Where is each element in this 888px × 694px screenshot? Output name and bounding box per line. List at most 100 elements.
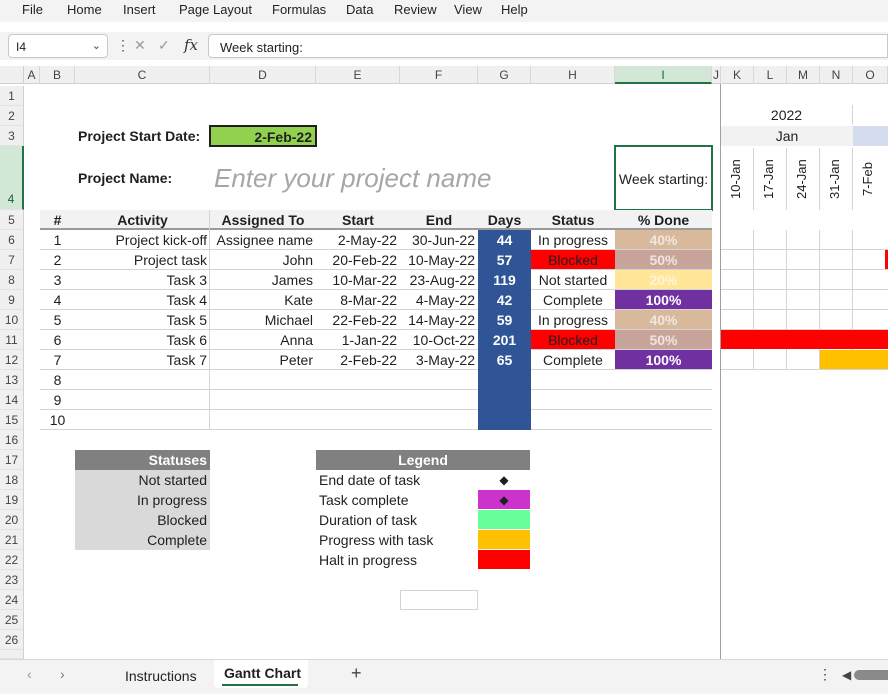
more-options-icon[interactable]: ⋮ (818, 666, 832, 683)
task-end[interactable]: 3-May-22 (400, 350, 478, 370)
row-header[interactable] (0, 650, 24, 659)
next-sheet-icon[interactable]: › (60, 666, 65, 682)
task-activity[interactable]: Project task (75, 250, 210, 270)
row-header[interactable]: 23 (0, 570, 24, 590)
task-start[interactable]: 1-Jan-22 (316, 330, 400, 350)
task-activity[interactable]: Task 6 (75, 330, 210, 350)
task-end[interactable]: 30-Jun-22 (400, 230, 478, 250)
add-sheet-icon[interactable]: + (351, 663, 362, 684)
column-header-j[interactable]: J (712, 66, 721, 84)
horizontal-scrollbar[interactable] (854, 670, 888, 680)
project-name-cell[interactable]: Enter your project name (211, 162, 611, 194)
project-start-date-cell[interactable]: 2-Feb-22 (209, 125, 317, 147)
task-num[interactable]: 6 (40, 330, 75, 350)
task-end[interactable]: 10-May-22 (400, 250, 478, 270)
row-header[interactable]: 11 (0, 330, 24, 350)
task-done[interactable]: 50% (615, 250, 712, 269)
row-header[interactable]: 24 (0, 590, 24, 610)
task-activity[interactable]: Task 3 (75, 270, 210, 290)
row-header[interactable]: 12 (0, 350, 24, 370)
task-days[interactable]: 201 (478, 330, 531, 350)
column-header-d[interactable]: D (210, 66, 316, 84)
task-days[interactable]: 42 (478, 290, 531, 310)
task-done[interactable]: 50% (615, 330, 712, 349)
row-header[interactable]: 4 (0, 146, 24, 210)
column-header-c[interactable]: C (75, 66, 210, 84)
task-activity[interactable]: Task 5 (75, 310, 210, 330)
column-header-l[interactable]: L (754, 66, 787, 84)
row-header[interactable]: 3 (0, 126, 24, 146)
task-start[interactable]: 22-Feb-22 (316, 310, 400, 330)
row-header[interactable]: 26 (0, 630, 24, 650)
column-header-f[interactable]: F (400, 66, 478, 84)
row-header[interactable]: 8 (0, 270, 24, 290)
task-num[interactable]: 2 (40, 250, 75, 270)
chevron-down-icon[interactable]: ⌄ (92, 39, 101, 52)
task-num[interactable]: 3 (40, 270, 75, 290)
row-header[interactable]: 19 (0, 490, 24, 510)
column-header-k[interactable]: K (721, 66, 754, 84)
row-header[interactable]: 9 (0, 290, 24, 310)
task-status[interactable]: Not started (531, 270, 615, 290)
row-header[interactable]: 20 (0, 510, 24, 530)
task-days[interactable]: 65 (478, 350, 531, 370)
column-header-e[interactable]: E (316, 66, 400, 84)
task-end[interactable]: 14-May-22 (400, 310, 478, 330)
task-start[interactable]: 2-May-22 (316, 230, 400, 250)
row-header[interactable]: 14 (0, 390, 24, 410)
column-header-h[interactable]: H (531, 66, 615, 84)
task-end[interactable]: 4-May-22 (400, 290, 478, 310)
row-header[interactable]: 22 (0, 550, 24, 570)
column-header-i[interactable]: I (615, 66, 712, 84)
task-status[interactable]: In progress (531, 230, 615, 250)
row-header[interactable]: 15 (0, 410, 24, 430)
column-header-b[interactable]: B (40, 66, 75, 84)
task-start[interactable]: 10-Mar-22 (316, 270, 400, 290)
task-days[interactable]: 119 (478, 270, 531, 290)
task-assigned[interactable]: Peter (210, 350, 316, 370)
task-end[interactable]: 23-Aug-22 (400, 270, 478, 290)
task-assigned[interactable]: Kate (210, 290, 316, 310)
task-status[interactable]: Complete (531, 350, 615, 370)
task-done[interactable]: 100% (615, 290, 712, 309)
task-activity[interactable]: Task 4 (75, 290, 210, 310)
task-done[interactable]: 40% (615, 310, 712, 329)
task-num[interactable]: 4 (40, 290, 75, 310)
confirm-icon[interactable]: ✓ (158, 37, 170, 54)
column-header-o[interactable]: O (853, 66, 888, 84)
task-done[interactable]: 20% (615, 270, 712, 289)
task-days[interactable]: 44 (478, 230, 531, 250)
column-header-g[interactable]: G (478, 66, 531, 84)
task-status[interactable]: In progress (531, 310, 615, 330)
column-header-n[interactable]: N (820, 66, 853, 84)
menu-page-layout[interactable]: Page Layout (179, 2, 252, 17)
task-end[interactable]: 10-Oct-22 (400, 330, 478, 350)
menu-help[interactable]: Help (501, 2, 528, 17)
task-activity[interactable]: Task 7 (75, 350, 210, 370)
task-start[interactable]: 8-Mar-22 (316, 290, 400, 310)
row-header[interactable]: 17 (0, 450, 24, 470)
task-status[interactable]: Blocked (531, 250, 615, 269)
row-header[interactable]: 1 (0, 86, 24, 106)
task-num[interactable]: 9 (40, 390, 75, 410)
task-done[interactable]: 40% (615, 230, 712, 249)
row-header[interactable]: 2 (0, 106, 24, 126)
cancel-icon[interactable]: ✕ (134, 37, 146, 54)
row-header[interactable]: 7 (0, 250, 24, 270)
task-activity[interactable]: Project kick-off (75, 230, 210, 250)
menu-data[interactable]: Data (346, 2, 373, 17)
task-assigned[interactable]: Michael (210, 310, 316, 330)
task-days[interactable]: 57 (478, 250, 531, 270)
row-header[interactable]: 18 (0, 470, 24, 490)
row-header[interactable]: 16 (0, 430, 24, 450)
tab-instructions[interactable]: Instructions (125, 668, 197, 684)
task-assigned[interactable]: Assignee name (210, 230, 316, 250)
task-num[interactable]: 7 (40, 350, 75, 370)
task-num[interactable]: 5 (40, 310, 75, 330)
row-header[interactable]: 10 (0, 310, 24, 330)
task-status[interactable]: Blocked (531, 330, 615, 349)
task-start[interactable]: 20-Feb-22 (316, 250, 400, 270)
task-days[interactable]: 59 (478, 310, 531, 330)
task-num[interactable]: 10 (40, 410, 75, 430)
insert-function-icon[interactable]: fx (184, 36, 198, 54)
